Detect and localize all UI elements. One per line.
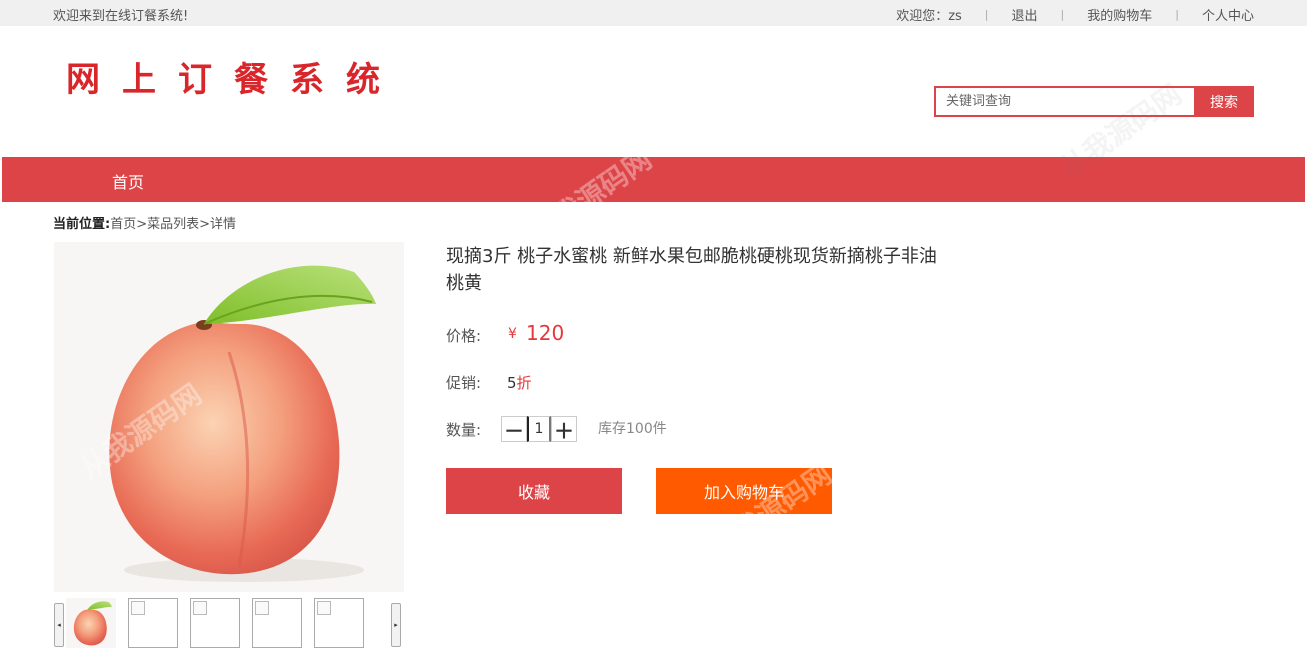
promo-unit: 折 [516, 374, 532, 392]
nav-item-home[interactable]: 首页 [112, 169, 144, 193]
broken-image-icon [131, 601, 145, 615]
main-nav: 首页 [2, 157, 1305, 202]
quantity-minus-button[interactable]: － [501, 416, 527, 443]
separator: | [984, 8, 989, 21]
logout-link[interactable]: 退出 [1012, 5, 1038, 24]
search-bar: 搜索 [934, 86, 1254, 117]
separator: | [1060, 8, 1065, 21]
my-cart-link[interactable]: 我的购物车 [1087, 5, 1152, 24]
peach-image [54, 242, 404, 592]
user-greeting: 欢迎您：zs [896, 9, 962, 24]
price-value: 120 [526, 321, 565, 345]
separator: | [1175, 8, 1179, 21]
thumbnail-3[interactable] [190, 598, 240, 648]
breadcrumb-list[interactable]: 菜品列表 [147, 217, 199, 232]
product-main-image [54, 242, 404, 592]
site-logo[interactable]: 网上订餐系统 [66, 52, 402, 101]
promo-number: 5 [507, 374, 517, 392]
quantity-input[interactable] [527, 416, 551, 442]
breadcrumb: 当前位置:首页>菜品列表>详情 [53, 213, 236, 232]
promo-value: 5折 [507, 372, 532, 393]
thumbnail-strip: ◂ ▸ [54, 598, 404, 648]
thumbnail-4[interactable] [252, 598, 302, 648]
thumb-prev-arrow[interactable]: ◂ [54, 603, 64, 647]
breadcrumb-lead: 当前位置: [53, 217, 111, 232]
profile-link[interactable]: 个人中心 [1202, 5, 1254, 24]
stock-text: 库存100件 [598, 421, 667, 437]
breadcrumb-home[interactable]: 首页 [110, 217, 136, 232]
product-title: 现摘3斤 桃子水蜜桃 新鲜水果包邮脆桃硬桃现货新摘桃子非油桃黄 [446, 246, 937, 294]
breadcrumb-sep: > [199, 217, 211, 232]
quantity-stepper: － ＋ [501, 416, 577, 443]
header: 网上订餐系统 搜索 [0, 26, 1307, 157]
broken-image-icon [317, 601, 331, 615]
breadcrumb-sep: > [136, 217, 148, 232]
add-to-cart-button[interactable]: 加入购物车 [656, 468, 832, 514]
welcome-text: 欢迎来到在线订餐系统! [53, 9, 189, 24]
currency-symbol: ¥ [508, 326, 517, 342]
top-bar: 欢迎来到在线订餐系统! 欢迎您：zs | 退出 | 我的购物车 | 个人中心 [0, 0, 1307, 26]
thumb-next-arrow[interactable]: ▸ [391, 603, 401, 647]
thumbnail-5[interactable] [314, 598, 364, 648]
breadcrumb-current: 详情 [210, 217, 237, 232]
broken-image-icon [255, 601, 269, 615]
top-links: 欢迎您：zs | 退出 | 我的购物车 | 个人中心 [896, 5, 1254, 24]
quantity-plus-button[interactable]: ＋ [551, 416, 577, 443]
price-label: 价格: [446, 327, 482, 345]
search-input[interactable] [934, 86, 1194, 117]
favorite-button[interactable]: 收藏 [446, 468, 622, 514]
broken-image-icon [193, 601, 207, 615]
promo-label: 促销: [446, 374, 482, 392]
thumbnail-2[interactable] [128, 598, 178, 648]
quantity-label: 数量: [446, 421, 482, 439]
thumbnail-1[interactable] [66, 598, 116, 648]
peach-thumb-image [66, 598, 116, 648]
search-button[interactable]: 搜索 [1194, 86, 1254, 117]
